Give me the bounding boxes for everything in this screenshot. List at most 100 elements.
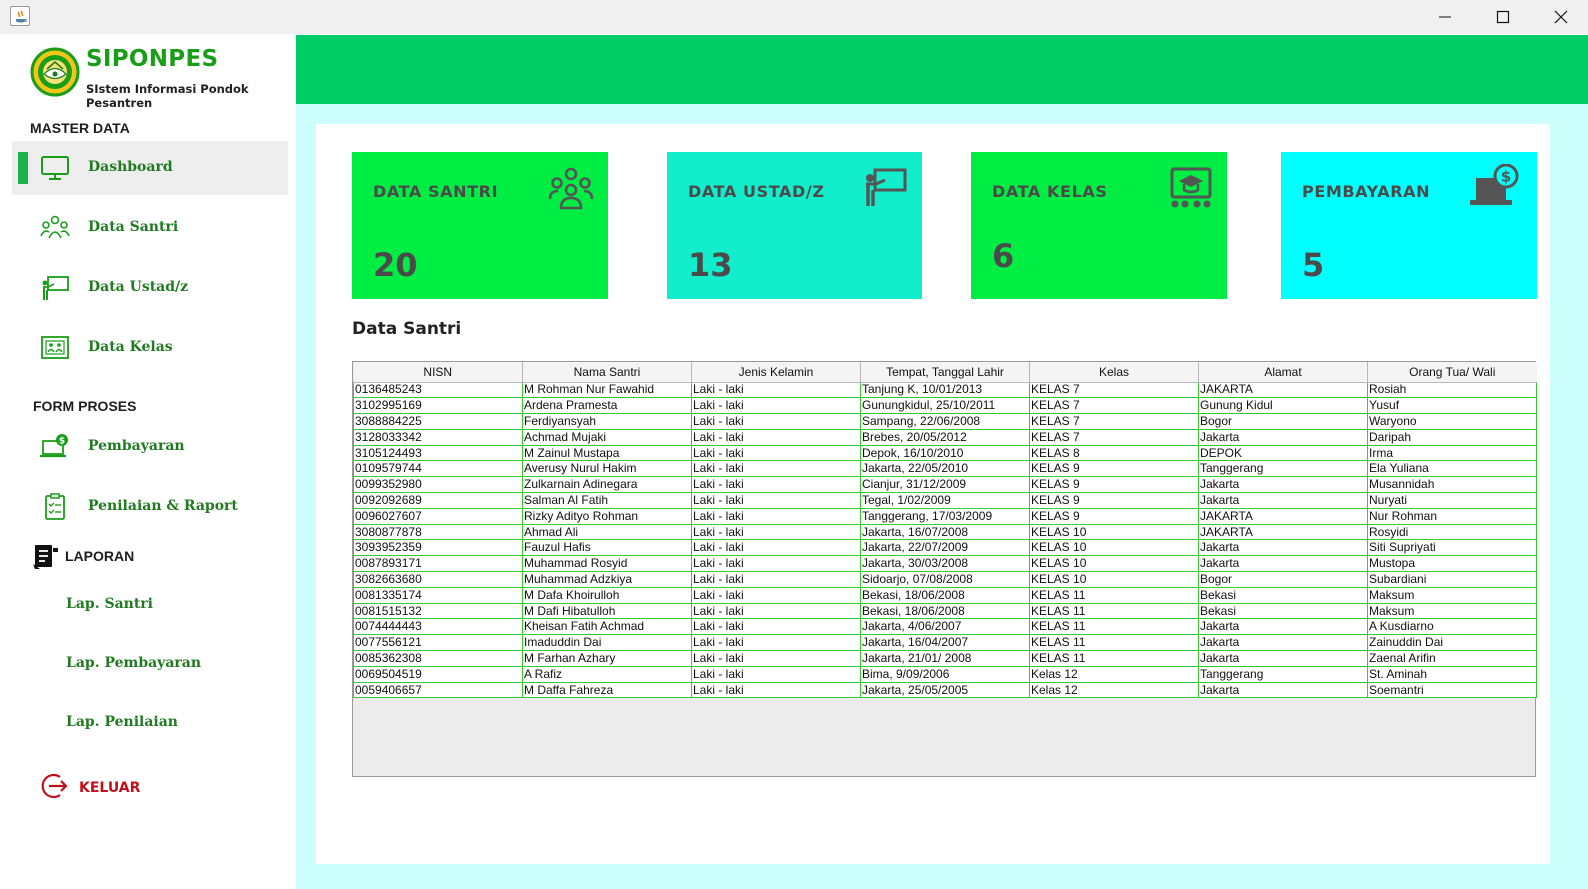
table-cell[interactable]: KELAS 11: [1029, 586, 1199, 604]
table-cell[interactable]: Tanggerang: [1198, 460, 1368, 478]
table-cell[interactable]: Laki - laki: [691, 539, 861, 557]
table-cell[interactable]: Laki - laki: [691, 397, 861, 415]
table-cell[interactable]: KELAS 10: [1029, 571, 1199, 588]
table-cell[interactable]: Laki - laki: [691, 618, 861, 636]
table-row[interactable]: 0109579744 Averusy Nurul Hakim Laki - laki…: [353, 460, 1537, 478]
column-header-jenis-kelamin[interactable]: Jenis Kelamin: [691, 362, 861, 383]
sidebar-item-pembayaran[interactable]: $ Pembayaran: [12, 420, 288, 474]
table-cell[interactable]: Jakarta: [1198, 650, 1368, 667]
table-cell[interactable]: Rizky Adityo Rohman: [522, 507, 692, 525]
table-cell[interactable]: Mustopa: [1367, 555, 1537, 573]
table-cell[interactable]: KELAS 11: [1029, 618, 1199, 636]
table-cell[interactable]: KELAS 7: [1029, 397, 1199, 415]
table-cell[interactable]: Nuryati: [1367, 492, 1537, 509]
table-row[interactable]: 3102995169 Ardena Pramesta Laki - laki Gunu…: [353, 397, 1537, 415]
table-cell[interactable]: KELAS 9: [1029, 476, 1199, 494]
table-cell[interactable]: Bekasi, 18/06/2008: [860, 602, 1030, 620]
sidebar-item-lap-pembayaran[interactable]: Lap. Pembayaran: [66, 655, 201, 671]
table-cell[interactable]: Waryono: [1367, 413, 1537, 430]
table-row[interactable]: 3128033342 Achmad Mujaki Laki - laki Brebes…: [353, 428, 1537, 446]
table-cell[interactable]: Jakarta, 21/01/ 2008: [860, 650, 1030, 667]
table-cell[interactable]: KELAS 7: [1029, 428, 1199, 446]
table-cell[interactable]: KELAS 11: [1029, 634, 1199, 652]
table-row[interactable]: 0059406657 M Daffa Fahreza Laki - laki Jaka…: [353, 681, 1537, 699]
table-row[interactable]: 0099352980 Zulkarnain Adinegara Laki - lak…: [353, 476, 1537, 494]
table-row[interactable]: 0096027607 Rizky Adityo Rohman Laki - laki…: [353, 507, 1537, 525]
table-cell[interactable]: Depok, 16/10/2010: [860, 444, 1030, 462]
table-cell[interactable]: Laki - laki: [691, 492, 861, 509]
table-cell[interactable]: Bogor: [1198, 571, 1368, 588]
table-cell[interactable]: M Dafa Khoirulloh: [522, 586, 692, 604]
table-cell[interactable]: Laki - laki: [691, 460, 861, 478]
table-cell[interactable]: Jakarta, 16/04/2007: [860, 634, 1030, 652]
column-header-orang-tua[interactable]: Orang Tua/ Wali: [1367, 362, 1537, 383]
table-cell[interactable]: Gunungkidul, 25/10/2011: [860, 397, 1030, 415]
table-cell[interactable]: Kelas 12: [1029, 681, 1199, 699]
table-cell[interactable]: Ela Yuliana: [1367, 460, 1537, 478]
table-cell[interactable]: 3088884225: [353, 413, 523, 430]
table-cell[interactable]: Zainuddin Dai: [1367, 634, 1537, 652]
table-cell[interactable]: M Daffa Fahreza: [522, 681, 692, 699]
table-row[interactable]: 3082663680 Muhammad Adzkiya Laki - laki Sid…: [353, 571, 1537, 588]
table-cell[interactable]: M Rohman Nur Fawahid: [522, 381, 692, 399]
table-cell[interactable]: 0096027607: [353, 507, 523, 525]
table-cell[interactable]: Subardiani: [1367, 571, 1537, 588]
table-cell[interactable]: St. Aminah: [1367, 665, 1537, 683]
table-cell[interactable]: 0085362308: [353, 650, 523, 667]
table-cell[interactable]: 0081335174: [353, 586, 523, 604]
table-cell[interactable]: Laki - laki: [691, 665, 861, 683]
table-row[interactable]: 0069504519 A Rafiz Laki - laki Bima, 9/09/2…: [353, 665, 1537, 683]
sidebar-item-penilaian-raport[interactable]: Penilaian & Raport: [12, 480, 288, 534]
table-row[interactable]: 0092092689 Salman Al Fatih Laki - laki Tega…: [353, 492, 1537, 509]
table-cell[interactable]: Laki - laki: [691, 444, 861, 462]
table-cell[interactable]: Ardena Pramesta: [522, 397, 692, 415]
table-cell[interactable]: Musannidah: [1367, 476, 1537, 494]
table-cell[interactable]: JAKARTA: [1198, 507, 1368, 525]
table-row[interactable]: 0136485243 M Rohman Nur Fawahid Laki - lak…: [353, 381, 1537, 399]
table-cell[interactable]: 3082663680: [353, 571, 523, 588]
table-cell[interactable]: Jakarta: [1198, 618, 1368, 636]
table-cell[interactable]: Laki - laki: [691, 650, 861, 667]
table-cell[interactable]: KELAS 7: [1029, 381, 1199, 399]
table-cell[interactable]: Nur Rohman: [1367, 507, 1537, 525]
table-cell[interactable]: Jakarta: [1198, 634, 1368, 652]
column-header-nama-santri[interactable]: Nama Santri: [522, 362, 692, 383]
table-cell[interactable]: Bekasi: [1198, 602, 1368, 620]
table-cell[interactable]: Jakarta: [1198, 555, 1368, 573]
table-cell[interactable]: Jakarta: [1198, 428, 1368, 446]
table-cell[interactable]: Laki - laki: [691, 523, 861, 541]
table-cell[interactable]: 0069504519: [353, 665, 523, 683]
table-row[interactable]: 0077556121 Imaduddin Dai Laki - laki Jakart…: [353, 634, 1537, 652]
table-cell[interactable]: 0109579744: [353, 460, 523, 478]
table-cell[interactable]: KELAS 9: [1029, 492, 1199, 509]
table-cell[interactable]: Fauzul Hafis: [522, 539, 692, 557]
table-cell[interactable]: M Dafi Hibatulloh: [522, 602, 692, 620]
table-cell[interactable]: Zulkarnain Adinegara: [522, 476, 692, 494]
santri-table[interactable]: NISN Nama Santri Jenis Kelamin Tempat, T…: [352, 361, 1537, 777]
table-cell[interactable]: 0059406657: [353, 681, 523, 699]
table-cell[interactable]: Averusy Nurul Hakim: [522, 460, 692, 478]
table-cell[interactable]: Jakarta: [1198, 476, 1368, 494]
table-cell[interactable]: Jakarta, 30/03/2008: [860, 555, 1030, 573]
table-cell[interactable]: Kelas 12: [1029, 665, 1199, 683]
table-cell[interactable]: Tegal, 1/02/2009: [860, 492, 1030, 509]
table-cell[interactable]: Muhammad Rosyid: [522, 555, 692, 573]
table-cell[interactable]: Bima, 9/09/2006: [860, 665, 1030, 683]
card-pembayaran[interactable]: PEMBAYARAN 5 $: [1281, 152, 1537, 299]
table-cell[interactable]: Cianjur, 31/12/2009: [860, 476, 1030, 494]
table-cell[interactable]: KELAS 10: [1029, 523, 1199, 541]
table-cell[interactable]: Laki - laki: [691, 602, 861, 620]
table-cell[interactable]: Irma: [1367, 444, 1537, 462]
table-row[interactable]: 0081335174 M Dafa Khoirulloh Laki - laki Be…: [353, 586, 1537, 604]
table-cell[interactable]: KELAS 10: [1029, 539, 1199, 557]
table-cell[interactable]: Rosyidi: [1367, 523, 1537, 541]
table-cell[interactable]: KELAS 11: [1029, 602, 1199, 620]
table-cell[interactable]: Yusuf: [1367, 397, 1537, 415]
table-cell[interactable]: Jakarta, 22/05/2010: [860, 460, 1030, 478]
table-cell[interactable]: Kheisan Fatih Achmad: [522, 618, 692, 636]
table-cell[interactable]: Laki - laki: [691, 571, 861, 588]
column-header-ttl[interactable]: Tempat, Tanggal Lahir: [860, 362, 1030, 383]
table-cell[interactable]: 0092092689: [353, 492, 523, 509]
table-row[interactable]: 3105124493 M Zainul Mustapa Laki - laki Dep…: [353, 444, 1537, 462]
table-row[interactable]: 3093952359 Fauzul Hafis Laki - laki Jakarta…: [353, 539, 1537, 557]
